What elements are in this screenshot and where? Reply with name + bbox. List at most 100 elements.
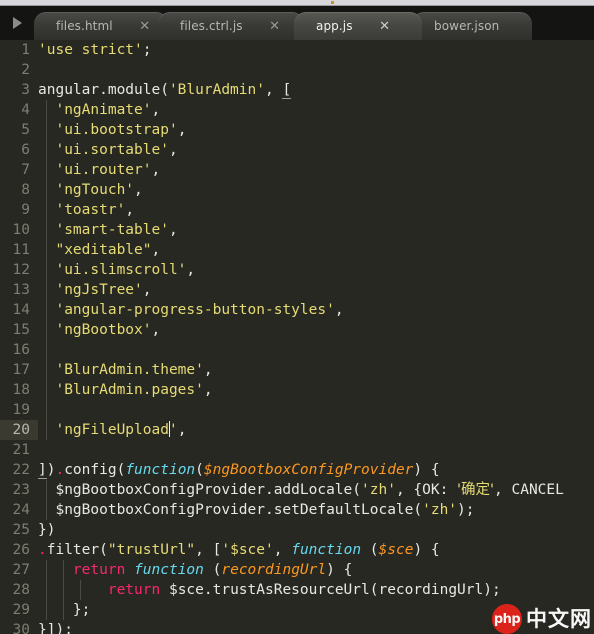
tab-scroll-right-button[interactable]: [0, 6, 34, 40]
code-line: 28 return $sce.trustAsResourceUrl(record…: [0, 580, 594, 600]
tab-label: files.ctrl.js: [180, 19, 243, 33]
line-number: 1: [21, 42, 30, 58]
code-line: 7 'ui.router',: [0, 160, 594, 180]
line-number: 17: [12, 362, 30, 378]
code-line: 16: [0, 340, 594, 360]
close-icon[interactable]: ✕: [379, 20, 391, 33]
code-line-content: 'BlurAdmin.theme',: [38, 362, 213, 378]
code-line-content: 'ui.slimscroll',: [38, 262, 196, 278]
code-line-content: 'ngJsTree',: [38, 282, 152, 298]
code-line-content: angular.module('BlurAdmin', [: [38, 82, 292, 99]
code-line: 1 'use strict';: [0, 40, 594, 60]
line-number: 11: [12, 242, 30, 258]
triangle-right-icon: [12, 17, 22, 29]
code-line-active: 20 'ngFileUpload',: [0, 420, 594, 440]
code-line: 6 'ui.sortable',: [0, 140, 594, 160]
line-number: 10: [12, 222, 30, 238]
tab-files-ctrl-js[interactable]: files.ctrl.js ✕: [158, 12, 304, 40]
code-line-content: $ngBootboxConfigProvider.setDefaultLocal…: [38, 502, 475, 518]
code-line: 4 'ngAnimate',: [0, 100, 594, 120]
code-line: 24 $ngBootboxConfigProvider.setDefaultLo…: [0, 500, 594, 520]
code-line: 9 'toastr',: [0, 200, 594, 220]
code-line: 8 'ngTouch',: [0, 180, 594, 200]
line-number: 13: [12, 282, 30, 298]
line-number: 27: [12, 562, 30, 578]
code-line-content: return $sce.trustAsResourceUrl(recording…: [107, 582, 501, 598]
code-line-content: 'smart-table',: [38, 222, 178, 238]
close-icon[interactable]: ✕: [139, 20, 151, 33]
tab-app-js[interactable]: app.js ✕: [294, 12, 422, 40]
line-number: 21: [12, 442, 30, 458]
code-line: 2: [0, 60, 594, 80]
code-line-content: 'ui.sortable',: [38, 142, 178, 158]
line-number: 12: [12, 262, 30, 278]
line-number: 6: [21, 142, 30, 158]
tab-files-html[interactable]: files.html ✕: [34, 12, 168, 40]
code-line: 11 "xeditable",: [0, 240, 594, 260]
code-line-content: }): [38, 522, 56, 538]
close-icon[interactable]: ✕: [269, 20, 281, 33]
line-number: 25: [12, 522, 30, 538]
code-line: 23 $ngBootboxConfigProvider.addLocale('z…: [0, 480, 594, 500]
tab-label: files.html: [56, 19, 113, 33]
line-number: 3: [21, 82, 30, 98]
code-line: 15 'ngBootbox',: [0, 320, 594, 340]
line-number: 4: [21, 102, 30, 118]
line-number: 26: [12, 542, 30, 558]
code-line-content: 'angular-progress-button-styles',: [38, 302, 344, 318]
line-number: 16: [12, 342, 30, 358]
code-line: 5 'ui.bootstrap',: [0, 120, 594, 140]
code-line-content: 'use strict';: [38, 42, 152, 58]
site-watermark: php 中文网: [492, 604, 592, 634]
line-number: 7: [21, 162, 30, 178]
code-editor-pane[interactable]: 1 'use strict'; 2 3 angular.module('Blur…: [0, 40, 594, 634]
code-line-content: 'ui.router',: [38, 162, 161, 178]
code-line-content: 'ngBootbox',: [38, 322, 161, 338]
line-number: 23: [12, 482, 30, 498]
indent-guide: [46, 340, 47, 360]
chrome-indicator-dot: [331, 1, 334, 4]
code-line: 10 'smart-table',: [0, 220, 594, 240]
code-line-content: 'ngAnimate',: [38, 102, 161, 118]
code-line-content: return function (recordingUrl) {: [72, 562, 353, 578]
line-number: 15: [12, 322, 30, 338]
code-line-content: "xeditable",: [38, 242, 161, 258]
code-line-content: 'ui.bootstrap',: [38, 122, 187, 138]
code-line-content: 'ngFileUpload',: [38, 421, 187, 438]
code-line: 19: [0, 400, 594, 420]
tab-bower-json[interactable]: bower.json: [412, 12, 532, 40]
line-number: 30: [12, 622, 30, 634]
code-line-content: 'ngTouch',: [38, 182, 143, 198]
code-area[interactable]: 1 'use strict'; 2 3 angular.module('Blur…: [0, 40, 594, 634]
line-number: 19: [12, 402, 30, 418]
line-number: 28: [12, 582, 30, 598]
code-line: 18 'BlurAdmin.pages',: [0, 380, 594, 400]
code-line: 14 'angular-progress-button-styles',: [0, 300, 594, 320]
code-line: 3 angular.module('BlurAdmin', [: [0, 80, 594, 100]
code-line-content: 'toastr',: [38, 202, 135, 218]
code-line-content: ]).config(function($ngBootboxConfigProvi…: [38, 462, 440, 479]
code-line: 22 ]).config(function($ngBootboxConfigPr…: [0, 460, 594, 480]
code-line: 26 .filter("trustUrl", ['$sce', function…: [0, 540, 594, 560]
code-editor-window: files.html ✕ files.ctrl.js ✕ app.js ✕ bo…: [0, 0, 594, 634]
code-line: 21: [0, 440, 594, 460]
line-number: 29: [12, 602, 30, 618]
code-line: 12 'ui.slimscroll',: [0, 260, 594, 280]
line-number: 18: [12, 382, 30, 398]
line-number: 24: [12, 502, 30, 518]
line-number: 14: [12, 302, 30, 318]
code-line: 17 'BlurAdmin.theme',: [0, 360, 594, 380]
code-line: 25 }): [0, 520, 594, 540]
tab-label: bower.json: [434, 19, 500, 33]
code-line-content: };: [38, 602, 91, 618]
line-number: 22: [12, 462, 30, 478]
line-number: 9: [21, 202, 30, 218]
php-logo-icon: php: [492, 604, 522, 634]
line-number: 5: [21, 122, 30, 138]
tab-label: app.js: [316, 19, 353, 33]
watermark-text: 中文网: [526, 606, 592, 631]
code-line-content: 'BlurAdmin.pages',: [38, 382, 213, 398]
code-line-content: }]);: [38, 622, 73, 634]
line-number: 20: [0, 420, 38, 440]
code-line: 27 return function (recordingUrl) {: [0, 560, 594, 580]
